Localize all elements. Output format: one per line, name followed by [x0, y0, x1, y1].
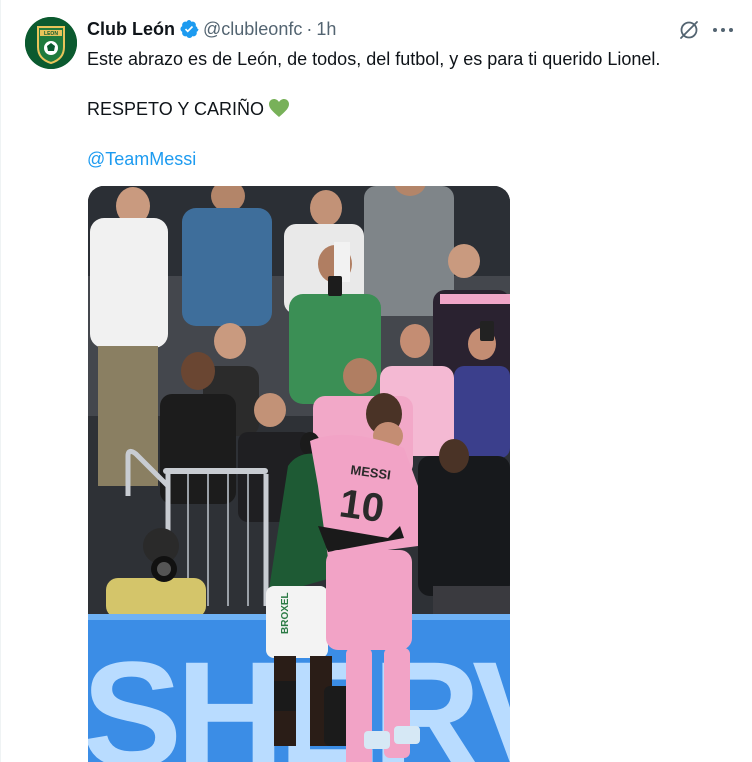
- separator-dot: ·: [306, 18, 313, 39]
- tweet-card[interactable]: LEON Club León @clubleonfc · 1h Este abr…: [0, 0, 752, 762]
- tweet-header: Club León @clubleonfc · 1h: [87, 18, 336, 40]
- jersey-number-text: 10: [337, 481, 387, 531]
- club-leon-crest-icon: LEON: [25, 17, 77, 69]
- avatar[interactable]: LEON: [25, 17, 77, 69]
- handle[interactable]: @clubleonfc: [203, 19, 302, 40]
- opponent-sponsor-text: BROXEL: [280, 592, 291, 634]
- tweet-text: Este abrazo es de León, de todos, del fu…: [87, 47, 727, 171]
- display-name[interactable]: Club León: [87, 19, 175, 40]
- tweet-photo[interactable]: SHERV BROXEL MESSI 10: [88, 186, 510, 762]
- tweet-text-line-2: RESPETO Y CARIÑO: [87, 97, 727, 121]
- mention-link[interactable]: @TeamMessi: [87, 149, 196, 169]
- timestamp[interactable]: 1h: [316, 19, 336, 40]
- grok-icon[interactable]: [678, 19, 700, 41]
- verified-badge-icon[interactable]: [179, 19, 199, 39]
- svg-text:LEON: LEON: [44, 31, 58, 37]
- tweet-text-line-1: Este abrazo es de León, de todos, del fu…: [87, 49, 661, 69]
- tweet-text-line-2-text: RESPETO Y CARIÑO: [87, 99, 265, 119]
- green-heart-icon: [268, 98, 290, 118]
- more-options-icon[interactable]: [711, 21, 735, 39]
